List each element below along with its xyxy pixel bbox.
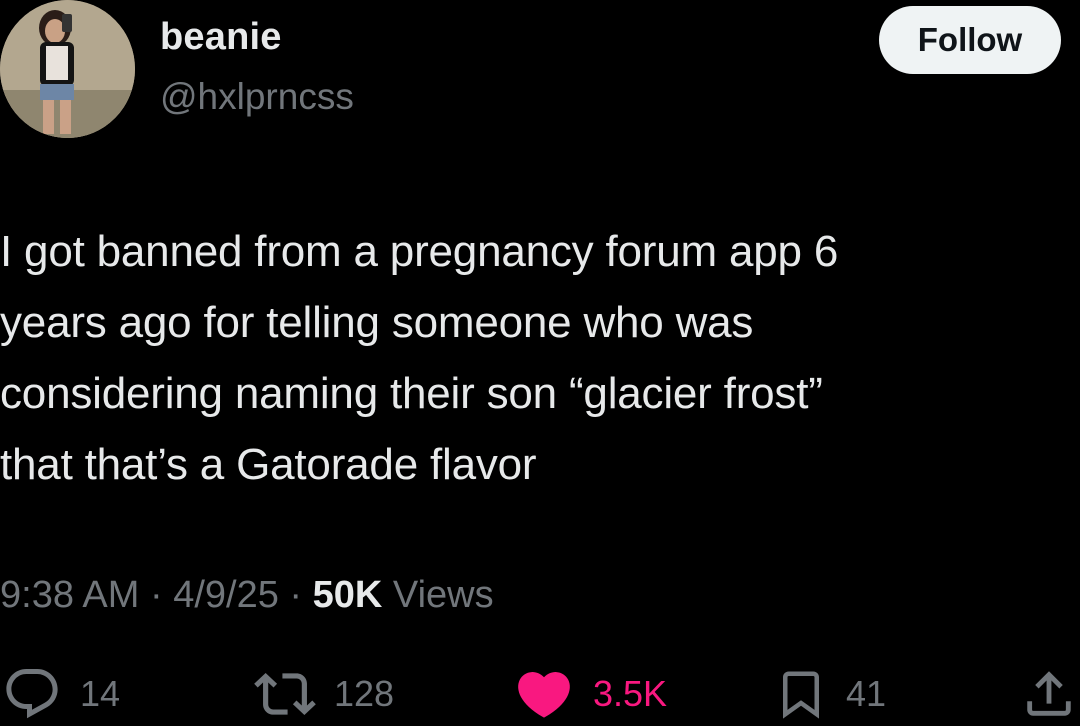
follow-button[interactable]: Follow [879, 6, 1061, 74]
repost-icon [254, 663, 316, 725]
share-button[interactable] [1020, 662, 1078, 726]
repost-count: 128 [334, 673, 395, 714]
like-count: 3.5K [593, 673, 668, 714]
bookmark-count: 41 [846, 673, 887, 714]
reply-count: 14 [80, 673, 121, 714]
display-name[interactable]: beanie [160, 16, 282, 59]
share-icon [1020, 664, 1078, 724]
like-button[interactable]: 3.5K [513, 662, 667, 726]
action-bar: 14 128 3.5K 41 [0, 662, 1080, 726]
bookmark-icon [774, 663, 828, 725]
meta-separator: · [278, 574, 313, 616]
repost-button[interactable]: 128 [254, 662, 394, 726]
heart-icon [513, 663, 575, 725]
bookmark-button[interactable]: 41 [774, 662, 886, 726]
views-label: Views [382, 574, 494, 616]
tweet-date[interactable]: 4/9/25 [173, 574, 279, 616]
reply-icon [2, 664, 62, 724]
tweet-time[interactable]: 9:38 AM [0, 574, 139, 616]
avatar[interactable] [0, 0, 135, 138]
avatar-photo [0, 0, 135, 138]
meta-separator: · [139, 574, 174, 616]
tweet-meta: 9:38 AM · 4/9/25 · 50K Views [0, 574, 494, 617]
tweet-text: I got banned from a pregnancy forum app … [0, 227, 839, 489]
user-handle[interactable]: @hxlprncss [160, 76, 354, 118]
views-count: 50K [312, 574, 383, 616]
reply-button[interactable]: 14 [2, 662, 120, 726]
